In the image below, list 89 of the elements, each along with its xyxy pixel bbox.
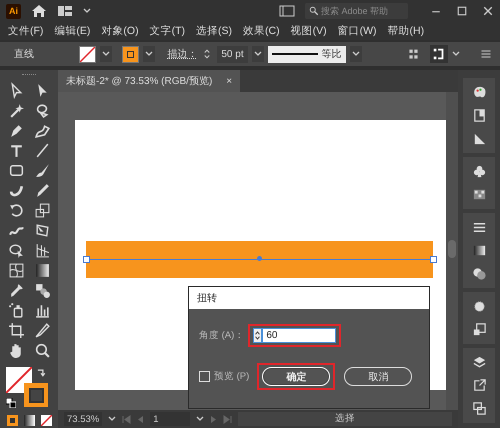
dropdown-button[interactable] — [143, 46, 156, 62]
chevron-down-icon[interactable] — [452, 51, 460, 57]
transform-squares-icon[interactable] — [472, 322, 486, 337]
panel-toggle-icon[interactable] — [279, 3, 295, 19]
anchor-handle[interactable] — [83, 256, 90, 263]
caret-icon[interactable] — [145, 51, 154, 57]
angle-label: 角度 (A)： — [199, 329, 244, 342]
status-tool-field[interactable]: 选择 — [238, 412, 452, 426]
stroke-lines-icon[interactable] — [472, 220, 486, 235]
zoom-icon[interactable] — [34, 342, 50, 359]
dialog-title: 扭转 — [189, 287, 429, 309]
profile-dropdown[interactable]: 等比 — [268, 46, 346, 62]
transform-icon[interactable] — [432, 47, 446, 61]
gradient-icon[interactable] — [34, 262, 50, 279]
caret-icon[interactable] — [352, 51, 360, 57]
dropdown-button[interactable] — [100, 46, 112, 62]
free-transform-icon[interactable] — [34, 222, 50, 239]
home-icon[interactable] — [31, 3, 47, 19]
swatches-icon[interactable] — [472, 187, 486, 202]
layers-icon[interactable] — [472, 355, 486, 370]
workspace-icon[interactable] — [57, 3, 73, 19]
menu-item[interactable]: 视图(V) — [290, 24, 327, 38]
preview-checkbox[interactable] — [199, 371, 210, 382]
artboards-icon[interactable] — [472, 401, 486, 416]
gradient-panel-icon[interactable] — [472, 243, 486, 258]
document-icon[interactable] — [472, 108, 486, 123]
scale-icon[interactable] — [34, 202, 50, 219]
menu-item[interactable]: 编辑(E) — [54, 24, 90, 38]
ok-button[interactable]: 确定 — [262, 367, 330, 386]
chevron-down-icon[interactable] — [83, 8, 91, 14]
page-field[interactable]: 1 — [150, 412, 190, 426]
menu-item[interactable]: 窗口(W) — [338, 24, 376, 38]
rectangle-icon[interactable] — [8, 162, 24, 179]
menu-item[interactable]: 文字(T) — [150, 24, 186, 38]
appearance-icon[interactable] — [472, 299, 486, 314]
align-grid-icon[interactable] — [407, 48, 420, 60]
club-icon[interactable] — [472, 164, 486, 179]
document-tab[interactable]: 未标题-2* @ 73.53% (RGB/预览) × — [58, 70, 240, 92]
caret-icon[interactable] — [254, 51, 262, 57]
list-icon[interactable] — [480, 48, 492, 60]
none-mode-icon[interactable] — [40, 415, 52, 426]
tab-close-button[interactable]: × — [226, 76, 232, 86]
palette-icon[interactable] — [472, 85, 486, 100]
menu-item[interactable]: 文件(F) — [8, 24, 44, 38]
menu-item[interactable]: 帮助(H) — [388, 24, 424, 38]
default-colors-icon[interactable] — [6, 398, 16, 408]
selection-label: 直线 — [14, 48, 34, 61]
knife-icon[interactable] — [34, 322, 50, 339]
stroke-weight-field[interactable]: 50 pt — [217, 46, 248, 62]
export-icon[interactable] — [472, 378, 486, 393]
dropdown-button[interactable] — [252, 46, 264, 62]
maximize-icon[interactable] — [456, 5, 468, 17]
angle-field[interactable]: 60 — [262, 328, 336, 343]
mesh-icon[interactable] — [8, 262, 24, 279]
artboard-icon[interactable] — [8, 322, 24, 339]
blend-icon[interactable] — [34, 282, 50, 299]
magic-wand-icon[interactable] — [8, 102, 24, 119]
perspective-grid-icon[interactable] — [34, 242, 50, 259]
search-icon — [309, 6, 319, 16]
search-field[interactable]: 搜索 Adobe 帮助 — [305, 3, 408, 19]
scrollbar-thumb[interactable] — [448, 240, 456, 258]
app-logo[interactable]: Ai — [6, 4, 21, 18]
menu-item[interactable]: 对象(O) — [101, 24, 139, 38]
shape-builder-icon[interactable] — [8, 242, 24, 259]
rotate-icon[interactable] — [8, 202, 24, 219]
chevron-down-icon[interactable] — [196, 416, 204, 422]
zoom-field[interactable]: 73.53% — [64, 412, 102, 426]
gradient-mode-icon[interactable] — [24, 415, 34, 426]
menu-item[interactable]: 效果(C) — [243, 24, 280, 38]
cancel-button[interactable]: 取消 — [344, 367, 412, 386]
stepper-icon[interactable] — [253, 328, 262, 343]
line-icon[interactable] — [34, 142, 50, 159]
curvature-pen-icon[interactable] — [34, 122, 50, 139]
color-mode-icon[interactable] — [6, 415, 18, 426]
stroke-color-swatch[interactable] — [24, 383, 48, 407]
menu-item[interactable]: 选择(S) — [196, 24, 232, 38]
swap-icon[interactable] — [36, 367, 46, 377]
preview-label: 预览 (P) — [214, 370, 250, 383]
sprayer-icon[interactable] — [8, 302, 24, 319]
dropdown-button[interactable] — [350, 46, 362, 62]
anchor-handle[interactable] — [430, 256, 437, 263]
stroke-swatch[interactable] — [122, 46, 140, 62]
bar-chart-icon[interactable] — [34, 302, 50, 319]
fill-swatch[interactable] — [79, 46, 96, 62]
chevron-down-icon[interactable] — [108, 416, 116, 422]
stroke-label: 描边： — [167, 48, 198, 61]
caret-icon[interactable] — [102, 51, 110, 57]
transparency-icon[interactable] — [472, 266, 486, 281]
close-icon[interactable] — [482, 5, 494, 17]
